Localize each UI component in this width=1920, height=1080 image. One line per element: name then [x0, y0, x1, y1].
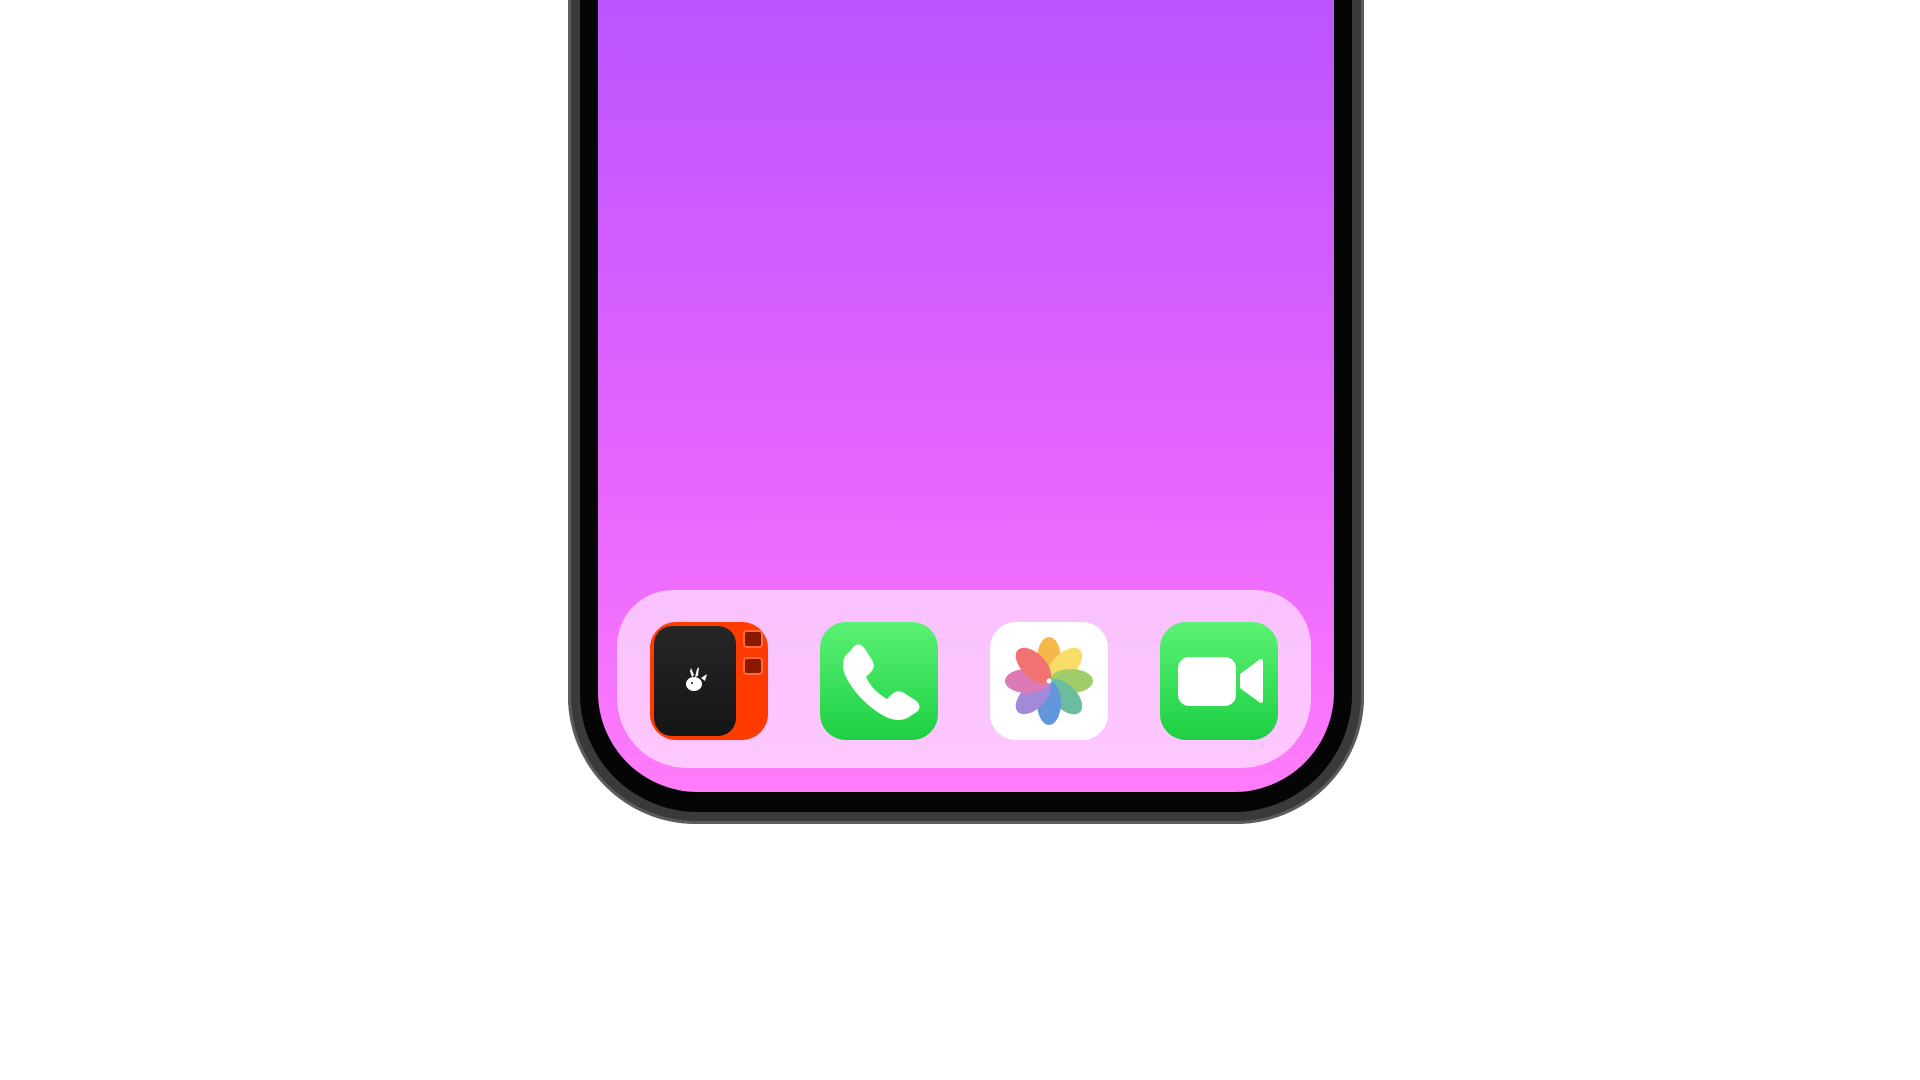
- phone-icon: [843, 644, 920, 720]
- phone-frame: [568, 0, 1364, 824]
- scroll-wheel-icon: [743, 630, 763, 648]
- photos-icon: [1005, 637, 1093, 725]
- dock: [617, 590, 1311, 768]
- side-button-icon: [743, 657, 763, 675]
- phone-bezel: [580, 0, 1352, 812]
- rabbit-icon: [686, 667, 707, 691]
- facetime-app-icon[interactable]: [1160, 622, 1278, 740]
- video-camera-icon: [1178, 657, 1263, 706]
- phone-app-icon[interactable]: [820, 622, 938, 740]
- photos-app-icon[interactable]: [990, 622, 1108, 740]
- home-screen: [598, 0, 1334, 792]
- rabbit-r1-app-icon[interactable]: [650, 622, 768, 740]
- canvas: [0, 0, 1920, 1080]
